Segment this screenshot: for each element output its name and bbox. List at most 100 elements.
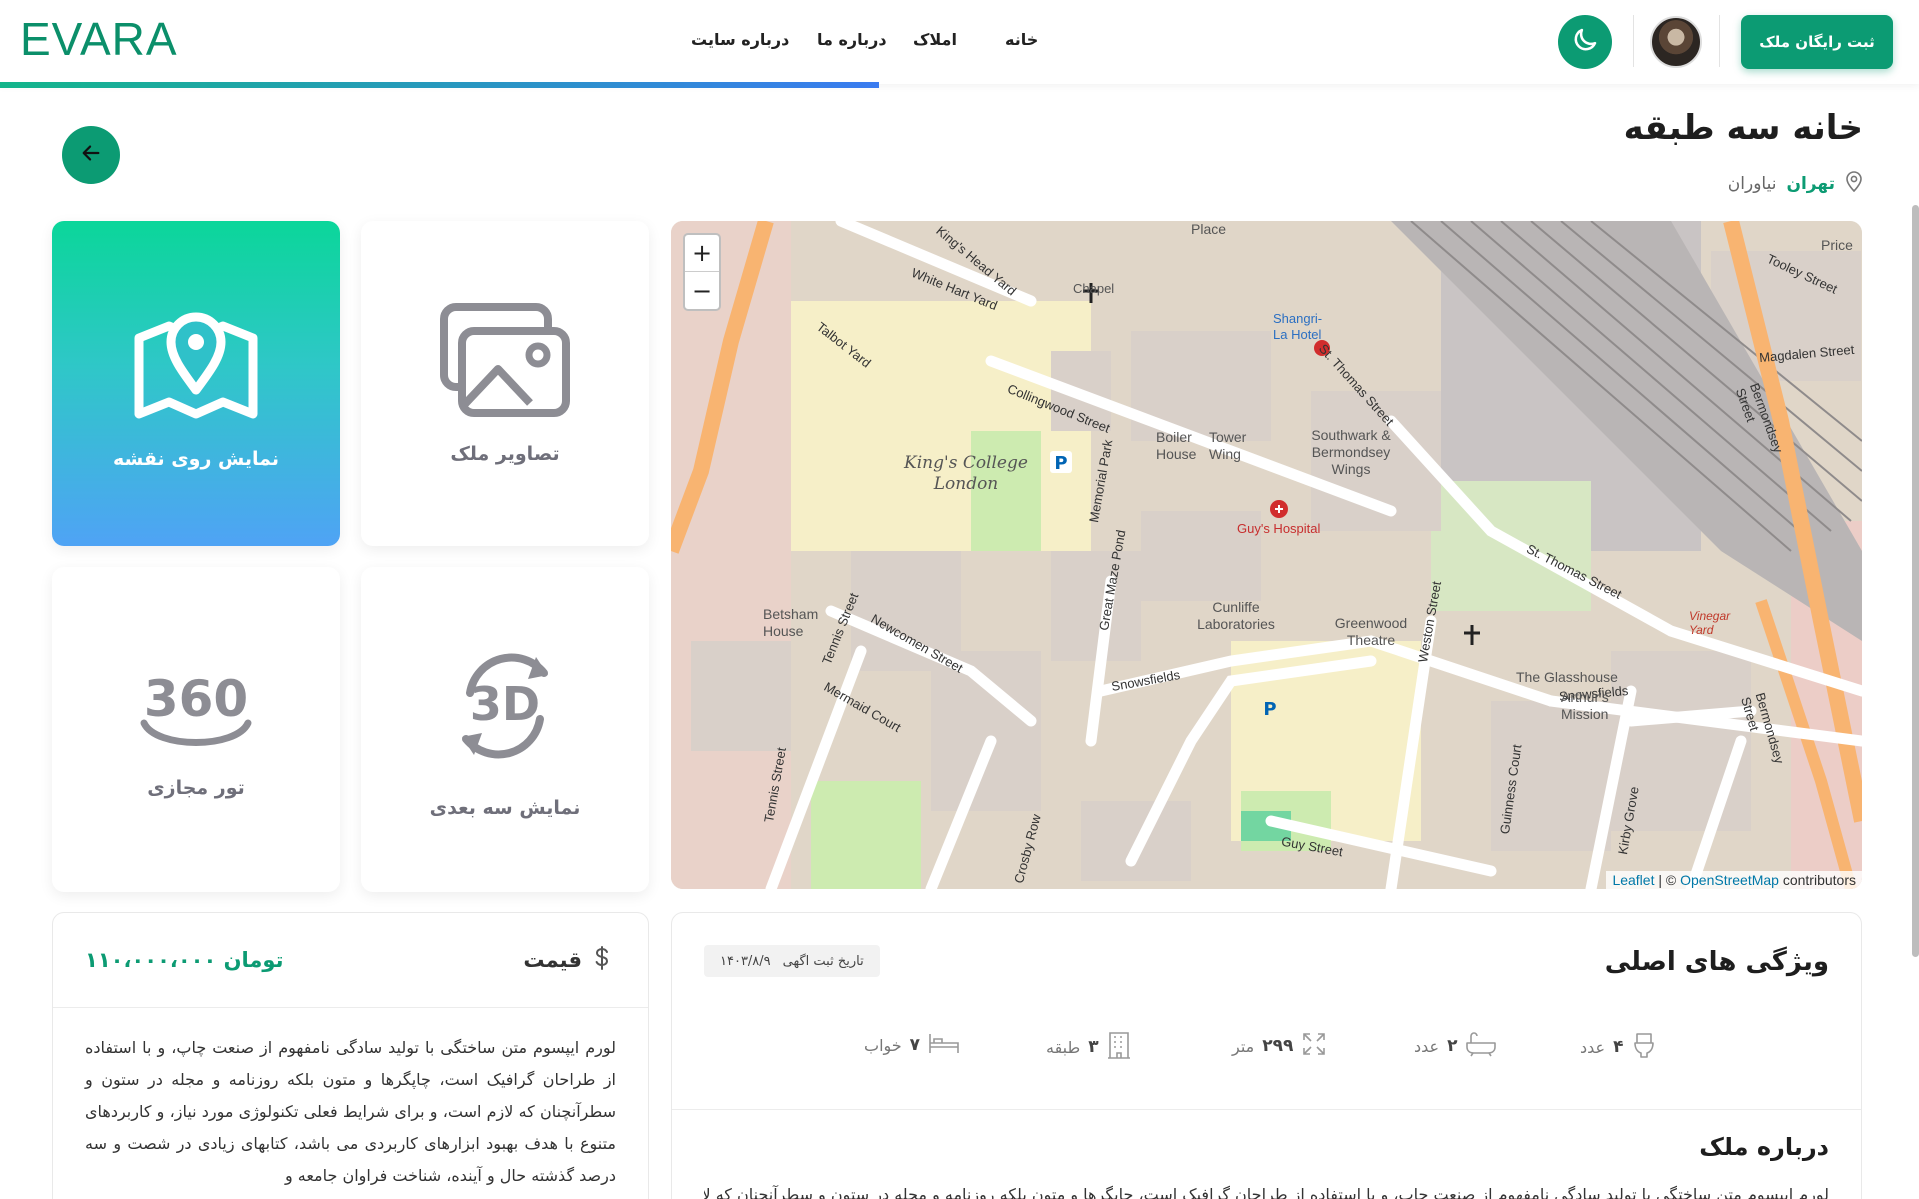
about-property-title: درباره ملک bbox=[1699, 1133, 1829, 1161]
features-card: ویژگی های اصلی تاریخ ثبت اگهی ۱۴۰۳/۸/۹ ۴… bbox=[671, 912, 1862, 1199]
price-currency: تومان bbox=[223, 948, 284, 972]
tile-label: تصاویر ملک bbox=[450, 442, 560, 465]
map-label: Southwark & Bermondsey Wings bbox=[1311, 427, 1391, 477]
map-label: Price bbox=[1821, 237, 1853, 253]
feature-item: ۳ طبقه bbox=[1046, 1031, 1131, 1063]
location-city[interactable]: تهران bbox=[1786, 174, 1835, 194]
map-label: King's College London bbox=[904, 453, 1028, 494]
osm-link[interactable]: OpenStreetMap bbox=[1680, 872, 1779, 888]
map-label: Chapel bbox=[1073, 281, 1115, 296]
map-label: Guy's Hospital bbox=[1237, 521, 1321, 536]
svg-text:P: P bbox=[1263, 699, 1276, 720]
feature-value: ۲ bbox=[1447, 1036, 1458, 1056]
nav-properties[interactable]: املاک bbox=[913, 30, 957, 49]
map-label: Arthur's Mission bbox=[1561, 689, 1609, 722]
features-title: ویژگی های اصلی bbox=[1604, 947, 1829, 977]
features-list: ۴ عدد ۲ عدد ۲۹۹ متر ۳ طبقه ۷ خواب bbox=[672, 1031, 1861, 1071]
location-pin-icon bbox=[1845, 170, 1863, 197]
3d-icon: 3D bbox=[440, 641, 570, 775]
location-area: نیاوران bbox=[1727, 173, 1777, 194]
back-button[interactable] bbox=[62, 126, 120, 184]
tile-show-on-map[interactable]: نمایش روی نقشه bbox=[52, 221, 340, 546]
feature-unit: خواب bbox=[864, 1035, 902, 1055]
moon-icon bbox=[1570, 25, 1600, 59]
price-label: قیمت bbox=[523, 948, 582, 972]
toilet-icon bbox=[1631, 1031, 1657, 1063]
images-icon bbox=[440, 302, 570, 421]
zoom-out-button[interactable]: − bbox=[685, 272, 719, 309]
map-zoom-control: + − bbox=[683, 233, 721, 311]
tile-label: نمایش سه بعدی bbox=[429, 796, 581, 819]
divider bbox=[1719, 15, 1720, 67]
scroll-progress-bar bbox=[0, 82, 879, 88]
svg-text:3D: 3D bbox=[470, 677, 540, 731]
attribution-tail: contributors bbox=[1778, 872, 1856, 888]
feature-value: ۷ bbox=[909, 1035, 921, 1055]
register-property-button[interactable]: ثبت رایگان ملک bbox=[1741, 15, 1893, 69]
svg-text:360: 360 bbox=[144, 670, 248, 728]
about-property-text: لورم ایپسوم متن ساختگی با تولید سادگی نا… bbox=[704, 1185, 1829, 1199]
feature-unit: متر bbox=[1232, 1036, 1255, 1056]
feature-value: ۳ bbox=[1088, 1037, 1099, 1057]
page-title: خانه سه طبقه bbox=[1623, 108, 1863, 148]
tile-label: نمایش روی نقشه bbox=[112, 447, 280, 470]
feature-unit: عدد bbox=[1580, 1037, 1606, 1057]
price-label-group: قیمت bbox=[523, 945, 612, 976]
dollar-icon bbox=[592, 945, 612, 976]
price-value-group: تومان ۱۱۰،۰۰۰،۰۰۰ bbox=[85, 948, 284, 972]
logo[interactable]: EVARA bbox=[20, 12, 178, 66]
nav-about-site[interactable]: درباره سایت bbox=[691, 30, 789, 49]
bed-icon bbox=[928, 1031, 960, 1059]
divider bbox=[1633, 15, 1634, 67]
divider bbox=[672, 1109, 1861, 1110]
listing-date-badge: تاریخ ثبت اگهی ۱۴۰۳/۸/۹ bbox=[704, 945, 880, 977]
property-location: تهران نیاوران bbox=[1728, 170, 1863, 197]
map-label: Vinegar Yard bbox=[1689, 609, 1731, 637]
page-scrollbar[interactable] bbox=[1912, 205, 1919, 957]
nav-about-us[interactable]: درباره ما bbox=[817, 30, 887, 49]
tile-label: تور مجازی bbox=[147, 776, 245, 799]
map-label: Tower Wing bbox=[1209, 429, 1247, 462]
area-icon bbox=[1301, 1031, 1327, 1061]
feature-item: ۲ عدد bbox=[1414, 1031, 1497, 1061]
map-label: The Glasshouse bbox=[1516, 669, 1618, 685]
map-pin-icon bbox=[131, 298, 261, 426]
map-label: Boiler House bbox=[1156, 429, 1197, 462]
feature-value: ۲۹۹ bbox=[1262, 1036, 1294, 1056]
map-label: Greenwood Theatre bbox=[1334, 615, 1408, 648]
feature-item: ۷ خواب bbox=[864, 1031, 960, 1059]
price-amount: ۱۱۰،۰۰۰،۰۰۰ bbox=[85, 948, 217, 972]
price-card: تومان ۱۱۰،۰۰۰،۰۰۰ قیمت لورم ایپسوم متن س… bbox=[52, 912, 649, 1199]
feature-value: ۴ bbox=[1613, 1037, 1624, 1057]
map-label: Cunliffe Laboratories bbox=[1197, 599, 1275, 632]
leaflet-link[interactable]: Leaflet bbox=[1612, 872, 1654, 888]
avatar[interactable] bbox=[1650, 16, 1702, 68]
building-icon bbox=[1107, 1031, 1131, 1063]
feature-item: ۴ عدد bbox=[1580, 1031, 1657, 1063]
tile-3d-view[interactable]: 3D نمایش سه بعدی bbox=[361, 567, 649, 892]
nav-home[interactable]: خانه bbox=[1005, 30, 1038, 49]
map-attribution: Leaflet | © OpenStreetMap contributors bbox=[1606, 871, 1862, 889]
map-tiles: P P bbox=[671, 221, 1862, 889]
property-map[interactable]: P P King's College London Guy's Hospital… bbox=[671, 221, 1862, 889]
map-label: Shangri-La Hotel bbox=[1273, 311, 1323, 342]
price-description: لورم ایپسوم متن ساختگی با تولید سادگی نا… bbox=[85, 1038, 616, 1185]
feature-unit: طبقه bbox=[1046, 1037, 1081, 1057]
listing-date-label: تاریخ ثبت اگهی bbox=[782, 953, 864, 969]
listing-date-value: ۱۴۰۳/۸/۹ bbox=[720, 953, 771, 969]
360-icon: 360 bbox=[136, 661, 256, 755]
feature-unit: عدد bbox=[1414, 1036, 1440, 1056]
tile-virtual-tour[interactable]: 360 تور مجازی bbox=[52, 567, 340, 892]
bathtub-icon bbox=[1465, 1031, 1497, 1061]
map-label: Place bbox=[1191, 221, 1227, 237]
attribution-separator: | © bbox=[1654, 872, 1681, 888]
feature-item: ۲۹۹ متر bbox=[1232, 1031, 1327, 1061]
price-row: تومان ۱۱۰،۰۰۰،۰۰۰ قیمت bbox=[53, 913, 648, 1008]
arrow-left-icon bbox=[80, 142, 102, 168]
zoom-in-button[interactable]: + bbox=[685, 235, 719, 272]
svg-text:P: P bbox=[1054, 453, 1067, 474]
tile-property-images[interactable]: تصاویر ملک bbox=[361, 221, 649, 546]
map-label: Betsham House bbox=[763, 606, 819, 639]
theme-toggle-button[interactable] bbox=[1558, 15, 1612, 69]
top-header: EVARA خانه املاک درباره ما درباره سایت ث… bbox=[0, 0, 1919, 84]
